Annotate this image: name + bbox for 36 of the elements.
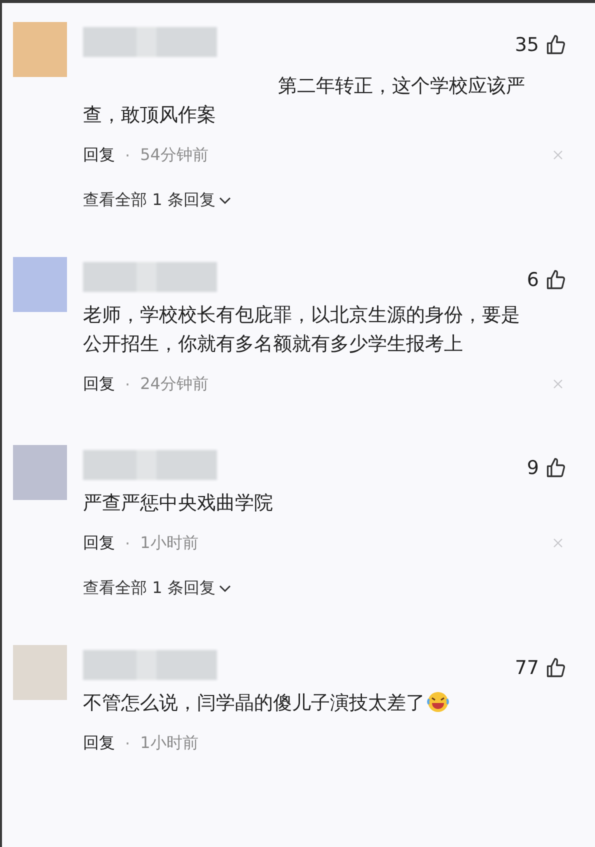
reply-link[interactable]: 回复 (83, 532, 115, 554)
like-count: 9 (526, 457, 539, 479)
thumbs-up-icon[interactable] (545, 457, 567, 479)
like-count: 35 (514, 34, 539, 56)
timestamp: 1小时前 (140, 532, 198, 554)
separator-dot: · (125, 534, 130, 552)
chevron-down-icon (219, 584, 232, 592)
thumbs-up-icon[interactable] (545, 269, 567, 291)
view-replies-button[interactable]: 查看全部 1 条回复 (83, 190, 232, 211)
separator-dot: · (125, 734, 130, 752)
reply-link[interactable]: 回复 (83, 374, 115, 394)
timestamp: 54分钟前 (140, 144, 208, 166)
comment-text: 老师，学校校长有包庇罪，以北京生源的身份，要是公开招生，你就有多名额就有多少学生报考上 (83, 303, 521, 357)
close-icon[interactable] (553, 538, 563, 548)
avatar[interactable] (13, 257, 67, 312)
timestamp: 24分钟前 (140, 374, 208, 394)
avatar[interactable] (13, 22, 67, 77)
avatar[interactable] (13, 645, 67, 700)
laughing-crying-emoji-icon (426, 690, 450, 714)
reply-link[interactable]: 回复 (83, 732, 115, 754)
close-icon[interactable] (553, 150, 563, 160)
comment-text: 严查严惩中央戏曲学院 (83, 491, 274, 516)
chevron-down-icon (219, 196, 232, 204)
avatar[interactable] (13, 445, 67, 500)
comment-text: 第二年转正，这个学校应该严查，敢顶风作案 (83, 74, 526, 128)
like-count: 77 (514, 657, 539, 679)
separator-dot: · (125, 374, 130, 394)
like-count: 6 (526, 269, 539, 291)
close-icon[interactable] (553, 379, 563, 389)
comment-text: 不管怎么说，闫学晶的傻儿子演技太差了 (83, 689, 528, 718)
thumbs-up-icon[interactable] (545, 34, 567, 56)
thumbs-up-icon[interactable] (545, 657, 567, 679)
timestamp: 1小时前 (140, 732, 198, 754)
reply-link[interactable]: 回复 (83, 144, 115, 166)
separator-dot: · (125, 146, 130, 164)
view-replies-button[interactable]: 查看全部 1 条回复 (83, 578, 232, 599)
